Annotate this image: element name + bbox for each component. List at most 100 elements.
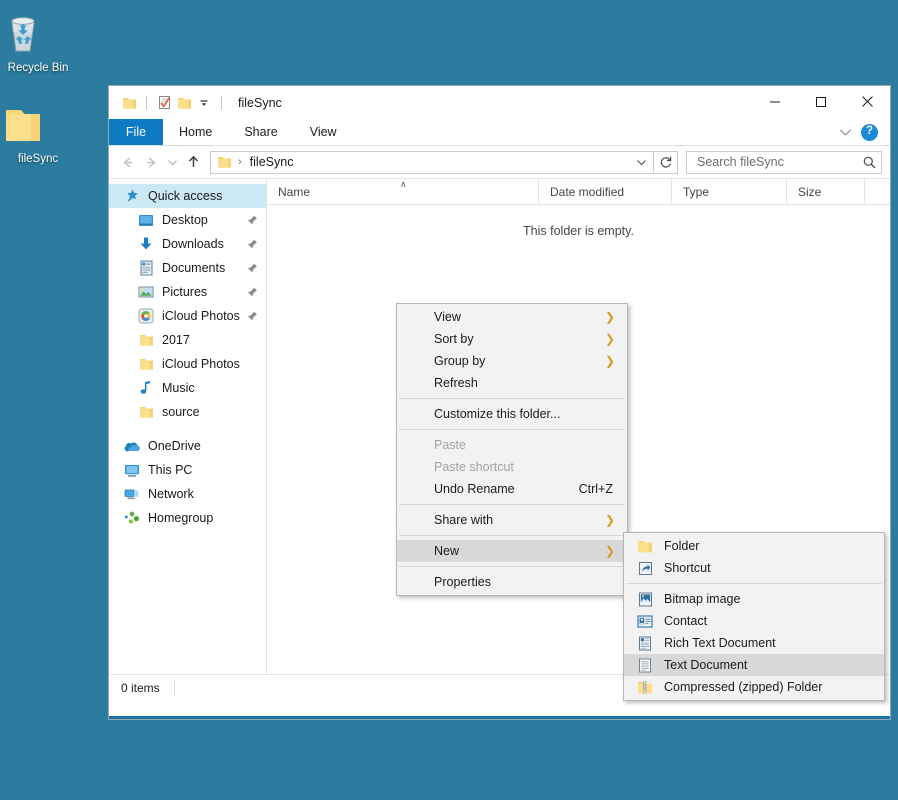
context-menu-label: Sort by bbox=[434, 332, 474, 346]
empty-folder-message: This folder is empty. bbox=[523, 224, 634, 238]
context-menu-item-undo-rename[interactable]: Undo Rename Ctrl+Z bbox=[397, 478, 627, 500]
context-menu-item-view[interactable]: View ❯ bbox=[397, 306, 627, 328]
breadcrumb-path[interactable]: fileSync bbox=[250, 155, 294, 169]
context-menu-item-group-by[interactable]: Group by ❯ bbox=[397, 350, 627, 372]
sidebar-item-downloads[interactable]: Downloads bbox=[109, 232, 266, 256]
address-bar: › fileSync bbox=[109, 146, 890, 178]
sidebar-item-label: Homegroup bbox=[148, 511, 214, 525]
pin-icon[interactable] bbox=[247, 287, 258, 298]
context-menu-item-properties[interactable]: Properties bbox=[397, 571, 627, 593]
rich-text-document-icon bbox=[634, 636, 656, 651]
submenu-item-label: Text Document bbox=[664, 658, 748, 672]
desktop-icon-label: Recycle Bin bbox=[7, 62, 69, 74]
submenu-item-compressed-zipped-folder[interactable]: Compressed (zipped) Folder bbox=[624, 676, 884, 698]
window-accent-bottom bbox=[109, 716, 890, 719]
music-icon bbox=[137, 380, 155, 396]
sidebar-item-label: iCloud Photos bbox=[162, 357, 240, 371]
sidebar-item-label: Pictures bbox=[162, 285, 208, 299]
column-header-type[interactable]: Type bbox=[672, 178, 787, 205]
pin-icon[interactable] bbox=[247, 311, 258, 322]
column-header-label: Name bbox=[278, 184, 311, 199]
new-folder-qat-icon[interactable] bbox=[119, 93, 139, 113]
breadcrumb-separator[interactable]: › bbox=[238, 156, 242, 168]
sidebar-item-desktop[interactable]: Desktop bbox=[109, 208, 266, 232]
navigation-pane: Quick access Desktop Downloads Documents… bbox=[109, 179, 267, 674]
folder-icon bbox=[634, 539, 656, 554]
forward-button[interactable] bbox=[139, 150, 163, 174]
minimize-button[interactable] bbox=[752, 86, 798, 117]
submenu-item-text-document[interactable]: Text Document bbox=[624, 654, 884, 676]
breadcrumb[interactable]: › fileSync bbox=[210, 150, 654, 174]
tab-file[interactable]: File bbox=[109, 119, 163, 145]
context-menu-separator bbox=[399, 566, 625, 567]
up-button[interactable] bbox=[181, 150, 205, 174]
desktop-icon-recycle-bin[interactable]: Recycle Bin bbox=[0, 10, 76, 75]
context-menu-item-sort-by[interactable]: Sort by ❯ bbox=[397, 328, 627, 350]
window-title: fileSync bbox=[238, 95, 282, 110]
submenu-item-bitmap-image[interactable]: Bitmap image bbox=[624, 588, 884, 610]
chevron-down-icon[interactable] bbox=[194, 93, 214, 113]
folder-qat-icon[interactable] bbox=[174, 93, 194, 113]
new-submenu: Folder Shortcut Bitmap image Contact Ric… bbox=[623, 532, 885, 701]
zip-folder-icon bbox=[634, 680, 656, 695]
column-headers: Name ∧ Date modified Type Size bbox=[267, 178, 890, 205]
pin-icon[interactable] bbox=[247, 239, 258, 250]
sidebar-item-icloud-photos[interactable]: iCloud Photos bbox=[109, 304, 266, 328]
submenu-item-folder[interactable]: Folder bbox=[624, 535, 884, 557]
sidebar-item-icloud-photos-folder[interactable]: iCloud Photos bbox=[109, 352, 266, 376]
column-header-date-modified[interactable]: Date modified bbox=[539, 178, 672, 205]
context-menu-item-customize-this-folder[interactable]: Customize this folder... bbox=[397, 403, 627, 425]
qat-separator bbox=[146, 95, 147, 110]
search-icon[interactable] bbox=[862, 155, 877, 170]
star-pin-icon bbox=[123, 188, 141, 204]
desktop-icon-filesync[interactable]: fileSync bbox=[0, 105, 76, 166]
pin-icon[interactable] bbox=[247, 263, 258, 274]
sidebar-item-label: source bbox=[162, 405, 200, 419]
submenu-item-shortcut[interactable]: Shortcut bbox=[624, 557, 884, 579]
maximize-button[interactable] bbox=[798, 86, 844, 117]
sidebar-item-2017[interactable]: 2017 bbox=[109, 328, 266, 352]
sidebar-item-music[interactable]: Music bbox=[109, 376, 266, 400]
tab-home[interactable]: Home bbox=[163, 119, 228, 145]
desktop-icon bbox=[137, 213, 155, 227]
sidebar-item-this-pc[interactable]: This PC bbox=[109, 458, 266, 482]
sidebar-item-source[interactable]: source bbox=[109, 400, 266, 424]
qat-separator-2 bbox=[221, 95, 222, 110]
sidebar-item-quick-access[interactable]: Quick access bbox=[109, 184, 266, 208]
back-button[interactable] bbox=[115, 150, 139, 174]
desktop-icon-label: fileSync bbox=[17, 153, 59, 165]
submenu-item-rich-text-document[interactable]: Rich Text Document bbox=[624, 632, 884, 654]
context-menu-item-new[interactable]: New ❯ bbox=[397, 540, 627, 562]
search-box[interactable] bbox=[686, 150, 882, 174]
expand-ribbon-icon[interactable] bbox=[839, 128, 852, 137]
pin-icon[interactable] bbox=[247, 215, 258, 226]
context-menu-item-refresh[interactable]: Refresh bbox=[397, 372, 627, 394]
folder-icon bbox=[137, 357, 155, 371]
refresh-button[interactable] bbox=[654, 150, 678, 174]
properties-qat-icon[interactable] bbox=[154, 93, 174, 113]
context-menu-item-share-with[interactable]: Share with ❯ bbox=[397, 509, 627, 531]
context-menu-label: Share with bbox=[434, 513, 494, 527]
sidebar-item-documents[interactable]: Documents bbox=[109, 256, 266, 280]
close-button[interactable] bbox=[844, 86, 890, 117]
breadcrumb-dropdown-icon[interactable] bbox=[631, 152, 651, 173]
sidebar-item-onedrive[interactable]: OneDrive bbox=[109, 434, 266, 458]
help-icon[interactable]: ? bbox=[861, 123, 878, 141]
search-input[interactable] bbox=[695, 154, 862, 170]
recycle-bin-icon bbox=[0, 10, 76, 56]
submenu-item-label: Contact bbox=[664, 614, 708, 628]
tab-share[interactable]: Share bbox=[228, 119, 293, 145]
sidebar-item-label: Quick access bbox=[148, 189, 223, 203]
sidebar-item-label: This PC bbox=[148, 463, 193, 477]
submenu-separator bbox=[626, 583, 882, 584]
submenu-item-contact[interactable]: Contact bbox=[624, 610, 884, 632]
sidebar-item-pictures[interactable]: Pictures bbox=[109, 280, 266, 304]
sidebar-item-homegroup[interactable]: Homegroup bbox=[109, 506, 266, 530]
recent-locations-button[interactable] bbox=[163, 150, 181, 174]
tab-view[interactable]: View bbox=[294, 119, 353, 145]
sidebar-item-network[interactable]: Network bbox=[109, 482, 266, 506]
pictures-icon bbox=[137, 285, 155, 299]
column-header-size[interactable]: Size bbox=[787, 178, 865, 205]
column-header-name[interactable]: Name ∧ bbox=[267, 178, 539, 205]
chevron-right-icon: ❯ bbox=[604, 310, 615, 324]
